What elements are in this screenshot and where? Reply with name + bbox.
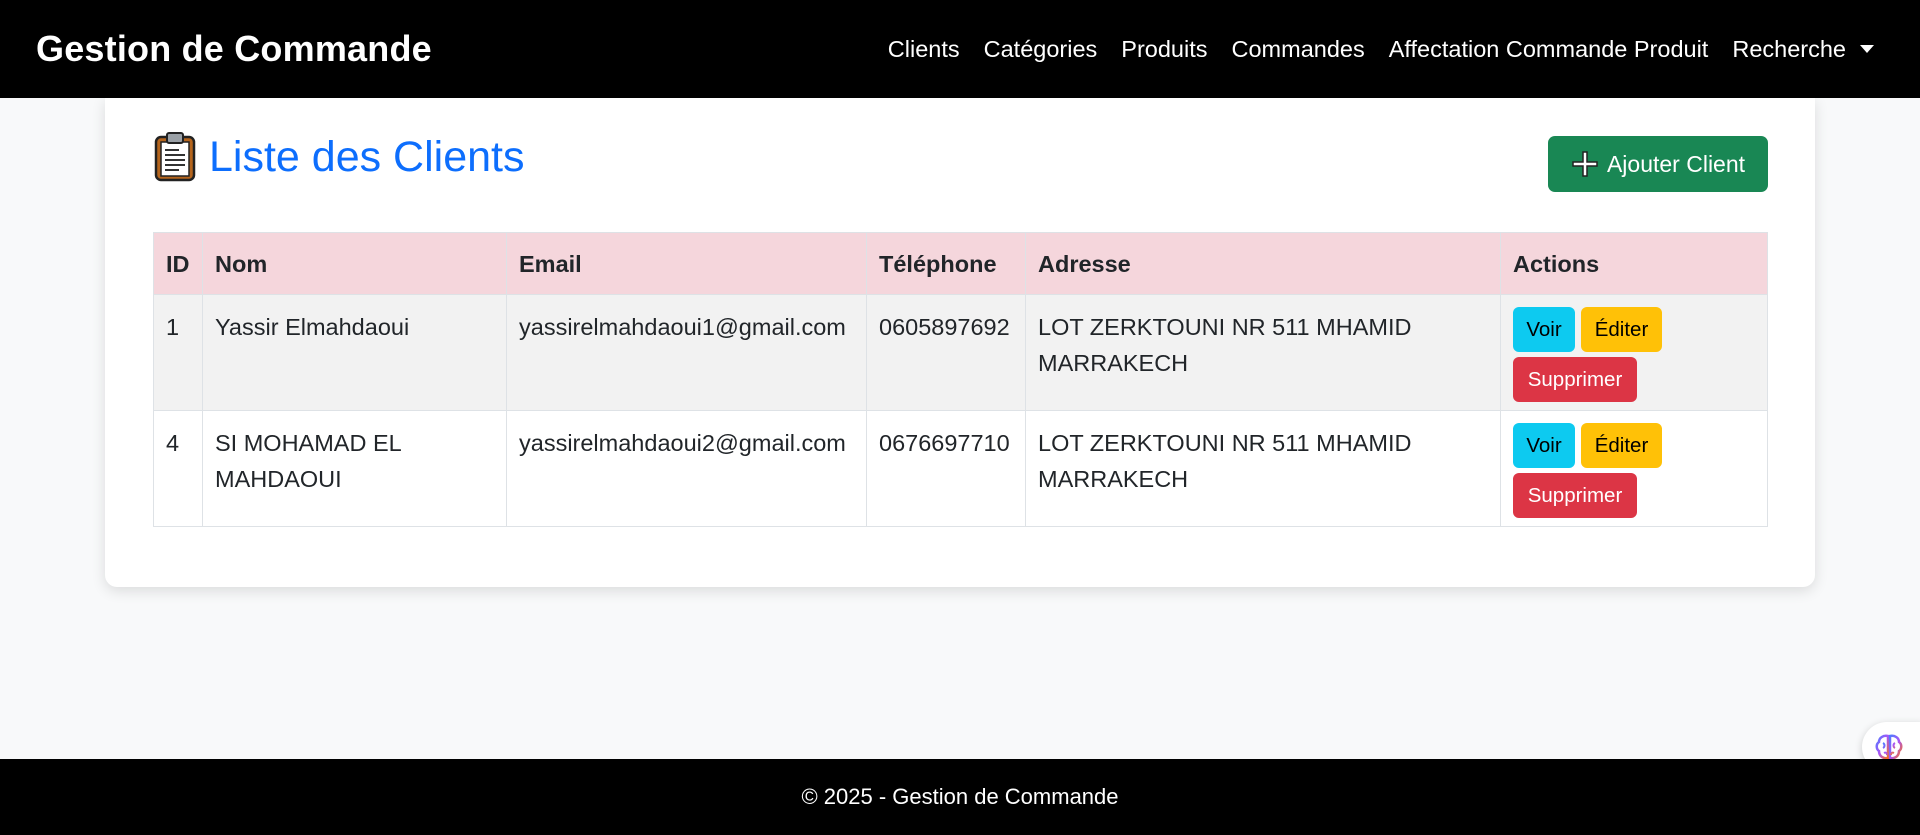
add-client-button[interactable]: Ajouter Client <box>1548 136 1768 192</box>
table-header-row: ID Nom Email Téléphone Adresse Actions <box>153 232 1768 295</box>
clients-table: ID Nom Email Téléphone Adresse Actions 1… <box>153 232 1768 527</box>
cell-email: yassirelmahdaoui1@gmail.com <box>506 294 867 411</box>
nav-dropdown-recherche[interactable]: Recherche <box>1720 36 1884 63</box>
cell-actions: Voir Éditer Supprimer <box>1500 294 1768 411</box>
header-email: Email <box>506 232 867 295</box>
nav-link-affectation[interactable]: Affectation Commande Produit <box>1377 36 1721 63</box>
brain-icon <box>1874 732 1904 762</box>
edit-button[interactable]: Éditer <box>1581 307 1662 352</box>
footer-text: © 2025 - Gestion de Commande <box>801 784 1119 809</box>
card-header: Liste des Clients Ajouter Client <box>153 132 1768 192</box>
view-button[interactable]: Voir <box>1513 423 1575 468</box>
header-id: ID <box>153 232 203 295</box>
nav-link-clients[interactable]: Clients <box>876 36 972 63</box>
cell-email: yassirelmahdaoui2@gmail.com <box>506 410 867 527</box>
nav-dropdown-label: Recherche <box>1732 35 1846 62</box>
footer: © 2025 - Gestion de Commande <box>0 759 1920 835</box>
row-actions: Voir Éditer Supprimer <box>1513 307 1673 402</box>
cell-telephone: 0676697710 <box>866 410 1026 527</box>
cell-id: 4 <box>153 410 203 527</box>
table-row: 4 SI MOHAMAD EL MAHDAOUI yassirelmahdaou… <box>153 410 1768 527</box>
page-title-container: Liste des Clients <box>153 132 525 182</box>
plus-icon <box>1571 150 1599 178</box>
view-button[interactable]: Voir <box>1513 307 1575 352</box>
brand-link[interactable]: Gestion de Commande <box>36 28 432 70</box>
add-client-label: Ajouter Client <box>1606 150 1746 177</box>
clients-table-wrapper: ID Nom Email Téléphone Adresse Actions 1… <box>153 232 1768 527</box>
nav-links: Clients Catégories Produits Commandes Af… <box>876 36 1884 63</box>
delete-button[interactable]: Supprimer <box>1513 357 1637 402</box>
cell-adresse: LOT ZERKTOUNI NR 511 MHAMID MARRAKECH <box>1025 410 1501 527</box>
cell-nom: SI MOHAMAD EL MAHDAOUI <box>202 410 507 527</box>
header-nom: Nom <box>202 232 507 295</box>
header-telephone: Téléphone <box>866 232 1026 295</box>
nav-link-produits[interactable]: Produits <box>1109 36 1219 63</box>
delete-button[interactable]: Supprimer <box>1513 473 1637 518</box>
nav-link-commandes[interactable]: Commandes <box>1220 36 1377 63</box>
row-actions: Voir Éditer Supprimer <box>1513 423 1673 518</box>
cell-adresse: LOT ZERKTOUNI NR 511 MHAMID MARRAKECH <box>1025 294 1501 411</box>
page-title: Liste des Clients <box>209 132 525 181</box>
cell-nom: Yassir Elmahdaoui <box>202 294 507 411</box>
nav-link-categories[interactable]: Catégories <box>972 36 1110 63</box>
header-adresse: Adresse <box>1025 232 1501 295</box>
table-row: 1 Yassir Elmahdaoui yassirelmahdaoui1@gm… <box>153 294 1768 411</box>
cell-id: 1 <box>153 294 203 411</box>
clipboard-icon <box>153 132 197 182</box>
navbar: Gestion de Commande Clients Catégories P… <box>0 0 1920 98</box>
header-actions: Actions <box>1500 232 1768 295</box>
caret-down-icon <box>1860 45 1874 53</box>
cell-telephone: 0605897692 <box>866 294 1026 411</box>
clients-card: Liste des Clients Ajouter Client ID Nom … <box>105 98 1815 587</box>
cell-actions: Voir Éditer Supprimer <box>1500 410 1768 527</box>
edit-button[interactable]: Éditer <box>1581 423 1662 468</box>
